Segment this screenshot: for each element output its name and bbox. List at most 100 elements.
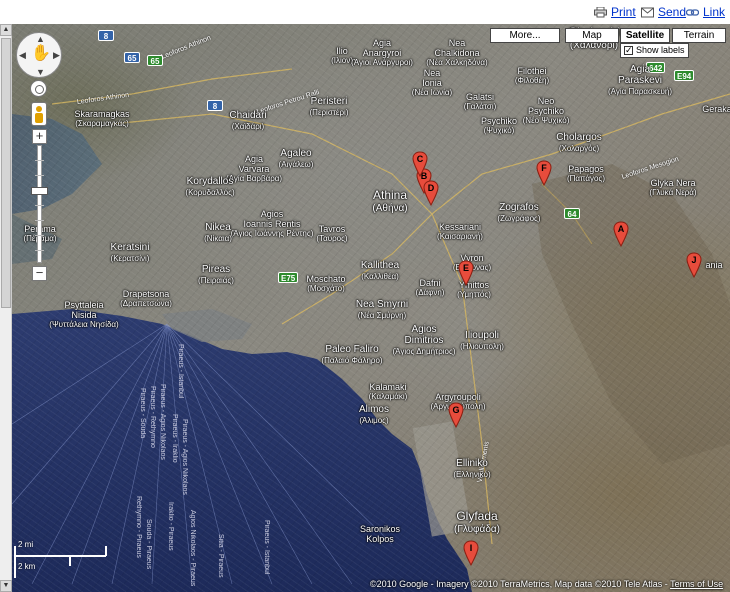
marker-g[interactable]: G <box>448 402 464 428</box>
place-cholargos: Cholargos (Χολαργός) <box>556 132 602 153</box>
ferry-label-9: Iraklio - Piraeus <box>167 502 174 551</box>
place-filothei: Filothei (Φιλοθέη) <box>514 66 550 85</box>
place-alimos: Alimos (Άλιμος) <box>358 404 390 425</box>
copyright-notice: ©2010 Google - Imagery ©2010 TerraMetric… <box>370 579 668 589</box>
vertical-scrollbar[interactable]: ▲ ▼ <box>0 24 12 592</box>
road-shield-e75: E75 <box>278 272 299 283</box>
ferry-label-8: Rethymno - Piraeus <box>135 496 142 558</box>
scroll-down-button[interactable]: ▼ <box>0 580 12 592</box>
road-shield-8: 8 <box>98 30 114 41</box>
checkbox-checked-icon <box>624 44 633 57</box>
place-agaleo: Agaleo (Αιγάλεω) <box>278 148 314 169</box>
map-type-map-button[interactable]: Map <box>565 28 619 43</box>
place-papagos: Papagos (Παπάγος) <box>566 164 606 183</box>
map-type-terrain-button[interactable]: Terrain <box>672 28 726 43</box>
pan-down-arrow-icon[interactable]: ▼ <box>36 67 45 77</box>
satellite-map[interactable]: Leoforos Athinon Leoforos Athinon Leofor… <box>12 24 730 592</box>
place-neo-psychiko: Neo Psychiko (Νέο Ψυχικό) <box>522 96 570 125</box>
place-agios-ioannis-rentis: Agios Ioannis Rentis (Άγιος Ιωάννης Ρέντη… <box>230 209 314 238</box>
chain-link-icon <box>686 8 699 16</box>
place-kessariani: Kessariani (Καισαριανή) <box>437 222 483 241</box>
zoom-tick <box>35 250 44 251</box>
place-skaramagkas: Skaramagkas (Σκαραμαγκάς) <box>74 109 130 128</box>
zoom-in-button[interactable]: + <box>32 129 47 144</box>
zoom-tick <box>35 220 44 221</box>
sea-layer <box>12 68 730 592</box>
scrollbar-thumb[interactable] <box>1 38 11 308</box>
place-nea-smyrni: Nea Smyrni (Νέα Σμύρνη) <box>355 299 409 320</box>
marker-i[interactable]: I <box>463 540 479 566</box>
road-shield-642: 642 <box>646 62 666 73</box>
map-type-satellite-button[interactable]: Satellite <box>620 28 670 43</box>
show-labels-text: Show labels <box>636 45 685 55</box>
send-label: Send <box>658 5 687 19</box>
road-label-vouliagmenis: Vouliagmenis <box>476 440 491 484</box>
pan-control[interactable]: ▲ ▼ ◀ ▶ ✋ <box>16 32 62 78</box>
road-label-leoforos-athinon: Leoforos Athinon <box>160 34 213 61</box>
terms-of-use-link[interactable]: Terms of Use <box>670 579 723 589</box>
pan-left-arrow-icon[interactable]: ◀ <box>19 50 26 61</box>
place-glyfada: Glyfada (Γλυφάδα) <box>453 509 501 536</box>
zoom-out-button[interactable]: − <box>32 266 47 281</box>
road-label-petrou-ralli: Leoforos Petrou Ralli <box>255 88 321 116</box>
place-dafni: Dafni (Δάφνη) <box>415 278 445 297</box>
place-ilio: Ilio (Ιλιον) <box>331 46 353 65</box>
top-toolbar: Print Send Link <box>0 0 730 24</box>
pegman-icon[interactable] <box>31 102 47 126</box>
link-label: Link <box>703 5 726 19</box>
road-shield-64: 64 <box>564 208 580 219</box>
more-button[interactable]: More... <box>490 28 560 43</box>
print-link[interactable]: Print <box>594 5 636 19</box>
place-korydallos: Korydallos (Κορυδαλλός) <box>185 176 235 197</box>
zoom-tick <box>35 205 44 206</box>
place-kallithea: Kallithea (Καλλιθέα) <box>360 260 400 281</box>
place-paleo-faliro: Paleo Faliro (Παλαιό Φάληρο) <box>321 344 383 365</box>
place-psyttaleia: Psyttaleia Nisida (Ψυττάλεια Νησίδα) <box>49 300 119 329</box>
place-drapetsona: Drapetsona (Δραπετσώνα) <box>120 289 172 308</box>
marker-j[interactable]: J <box>686 252 702 278</box>
print-label: Print <box>611 5 636 19</box>
marker-f[interactable]: F <box>536 160 552 186</box>
place-athina: Athina (Αθήνα) <box>372 188 408 215</box>
zoom-slider-track[interactable] <box>37 145 42 263</box>
ferry-label-1: Piraeus - Istanbul <box>177 344 184 399</box>
envelope-icon <box>641 7 654 17</box>
ferry-label-6: Piraeus - Agios Nikolaos <box>181 419 188 495</box>
send-link[interactable]: Send <box>641 5 686 19</box>
place-nea-chalkidona: Nea Chalkidona (Νέα Χαλκηδόνα) <box>426 38 488 67</box>
show-labels-checkbox[interactable]: Show labels <box>620 43 689 58</box>
road-shield-65-blue: 65 <box>124 52 140 63</box>
zoom-slider-thumb[interactable] <box>31 187 48 195</box>
pan-up-arrow-icon[interactable]: ▲ <box>36 34 45 44</box>
place-paiania: ania <box>705 260 723 270</box>
road-label-mesogion: Leoforos Mesogion <box>620 155 680 181</box>
place-chaidari: Chaidari (Χαϊδάρι) <box>229 110 267 131</box>
copyright-text: ©2010 Google - Imagery ©2010 TerraMetric… <box>370 579 723 589</box>
ferry-label-4: Piraeus - Souda <box>139 388 146 439</box>
road-shield-e94: E94 <box>674 70 695 81</box>
place-kalamaki: Kalamaki (Καλαμάκι) <box>368 382 408 401</box>
zoom-tick <box>35 235 44 236</box>
place-nikea: Nikea (Νίκαια) <box>204 222 232 243</box>
place-ilioupoli: Ilioupoli (Ηλιούπολη) <box>460 330 504 351</box>
place-glyka-nera: Glyka Nera (Γλυκά Νερά) <box>649 178 697 197</box>
place-tavros: Tavros (Ταύρος) <box>316 224 348 243</box>
link-link[interactable]: Link <box>686 5 725 19</box>
place-peristeri: Peristeri (Περιστέρι) <box>309 96 349 117</box>
place-agia-varvara: Agia Varvara (Αγία Βαρβάρα) <box>225 154 283 183</box>
ferry-label-3: Piraeus - Rethymno <box>149 386 156 448</box>
ferry-label-2: Piraeus - Agios Nikolaos <box>159 384 166 460</box>
marker-d[interactable]: D <box>423 180 439 206</box>
pan-right-arrow-icon[interactable]: ▶ <box>53 50 60 61</box>
recenter-button[interactable] <box>30 80 47 97</box>
printer-icon <box>594 6 607 17</box>
place-psychiko: Psychiko (Ψυχικό) <box>480 116 518 135</box>
map-app: Print Send Link ▲ ▼ Leoforos Athinon Leo… <box>0 0 730 592</box>
marker-c[interactable]: C <box>412 151 428 177</box>
road-shield-8-b: 8 <box>207 100 223 111</box>
marker-e[interactable]: E <box>458 260 474 286</box>
place-pireas: Pireas (Πειραιάς) <box>198 264 234 285</box>
marker-a[interactable]: A <box>613 221 629 247</box>
ferry-label-12: Piraeus - Istanbul <box>263 520 270 575</box>
scroll-up-button[interactable]: ▲ <box>0 24 12 36</box>
